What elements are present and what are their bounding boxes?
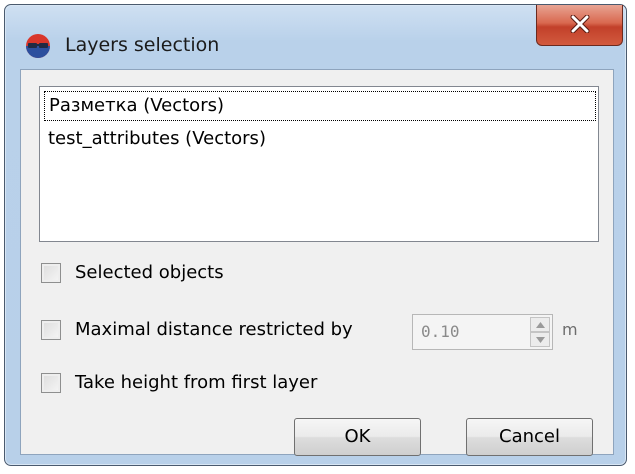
close-icon <box>570 15 590 33</box>
selected-objects-checkbox[interactable] <box>41 263 61 283</box>
take-height-label: Take height from first layer <box>75 372 318 393</box>
selected-objects-label: Selected objects <box>75 262 224 283</box>
spin-buttons <box>530 317 550 347</box>
take-height-checkbox[interactable] <box>41 373 61 393</box>
max-distance-spinbox[interactable]: 0.10 <box>412 314 553 350</box>
stereo-glasses-icon <box>26 34 50 58</box>
max-distance-value: 0.10 <box>421 322 460 341</box>
max-distance-option[interactable]: Maximal distance restricted by <box>41 317 401 345</box>
list-item[interactable]: test_attributes (Vectors) <box>44 125 266 155</box>
close-button[interactable] <box>536 5 623 46</box>
window-title: Layers selection <box>65 34 220 56</box>
spin-up-button[interactable] <box>530 317 550 332</box>
dialog-body: Разметка (Vectors) test_attributes (Vect… <box>20 69 614 456</box>
take-height-option[interactable]: Take height from first layer <box>41 370 371 398</box>
max-distance-label: Maximal distance restricted by <box>75 319 353 340</box>
chevron-up-icon <box>536 322 545 328</box>
list-item[interactable]: Разметка (Vectors) <box>44 91 596 121</box>
spin-down-button[interactable] <box>530 332 550 347</box>
dialog-window: Layers selection Разметка (Vectors) test… <box>4 4 627 466</box>
layers-list[interactable]: Разметка (Vectors) test_attributes (Vect… <box>39 86 599 242</box>
cancel-button[interactable]: Cancel <box>466 418 593 456</box>
max-distance-checkbox[interactable] <box>41 320 61 340</box>
selected-objects-option[interactable]: Selected objects <box>41 260 341 288</box>
distance-unit-label: m <box>562 320 578 339</box>
ok-button[interactable]: OK <box>294 418 421 456</box>
chevron-down-icon <box>536 337 545 343</box>
